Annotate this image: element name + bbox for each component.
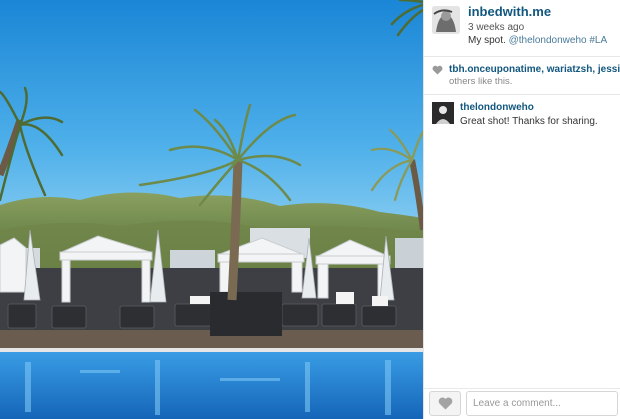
owner-avatar[interactable]	[432, 6, 460, 34]
caption-text: My spot.	[468, 35, 506, 46]
divider	[424, 56, 620, 57]
likes-others[interactable]: others like this.	[449, 76, 512, 87]
comment-username[interactable]: thelondonweho	[460, 102, 534, 113]
comment-avatar[interactable]	[432, 102, 454, 124]
comment-input[interactable]	[466, 391, 618, 416]
caption-mention-link[interactable]: @thelondonweho	[509, 35, 587, 46]
likes-users[interactable]: tbh.onceuponatime, wariatzsh, jessicak	[449, 64, 620, 75]
comment-text: Great shot! Thanks for sharing.	[460, 116, 598, 127]
divider	[424, 388, 620, 389]
heart-icon	[438, 397, 453, 410]
post-caption: My spot. @thelondonweho #LA	[468, 35, 607, 46]
post-side-panel: inbedwith.me 3 weeks ago My spot. @thelo…	[423, 0, 620, 419]
post-timestamp: 3 weeks ago	[468, 22, 525, 33]
owner-username[interactable]: inbedwith.me	[468, 4, 551, 19]
post-photo	[0, 0, 423, 419]
divider	[424, 94, 620, 95]
caption-hashtag-link[interactable]: #LA	[589, 35, 607, 46]
heart-icon	[432, 65, 443, 75]
like-button[interactable]	[429, 391, 461, 416]
